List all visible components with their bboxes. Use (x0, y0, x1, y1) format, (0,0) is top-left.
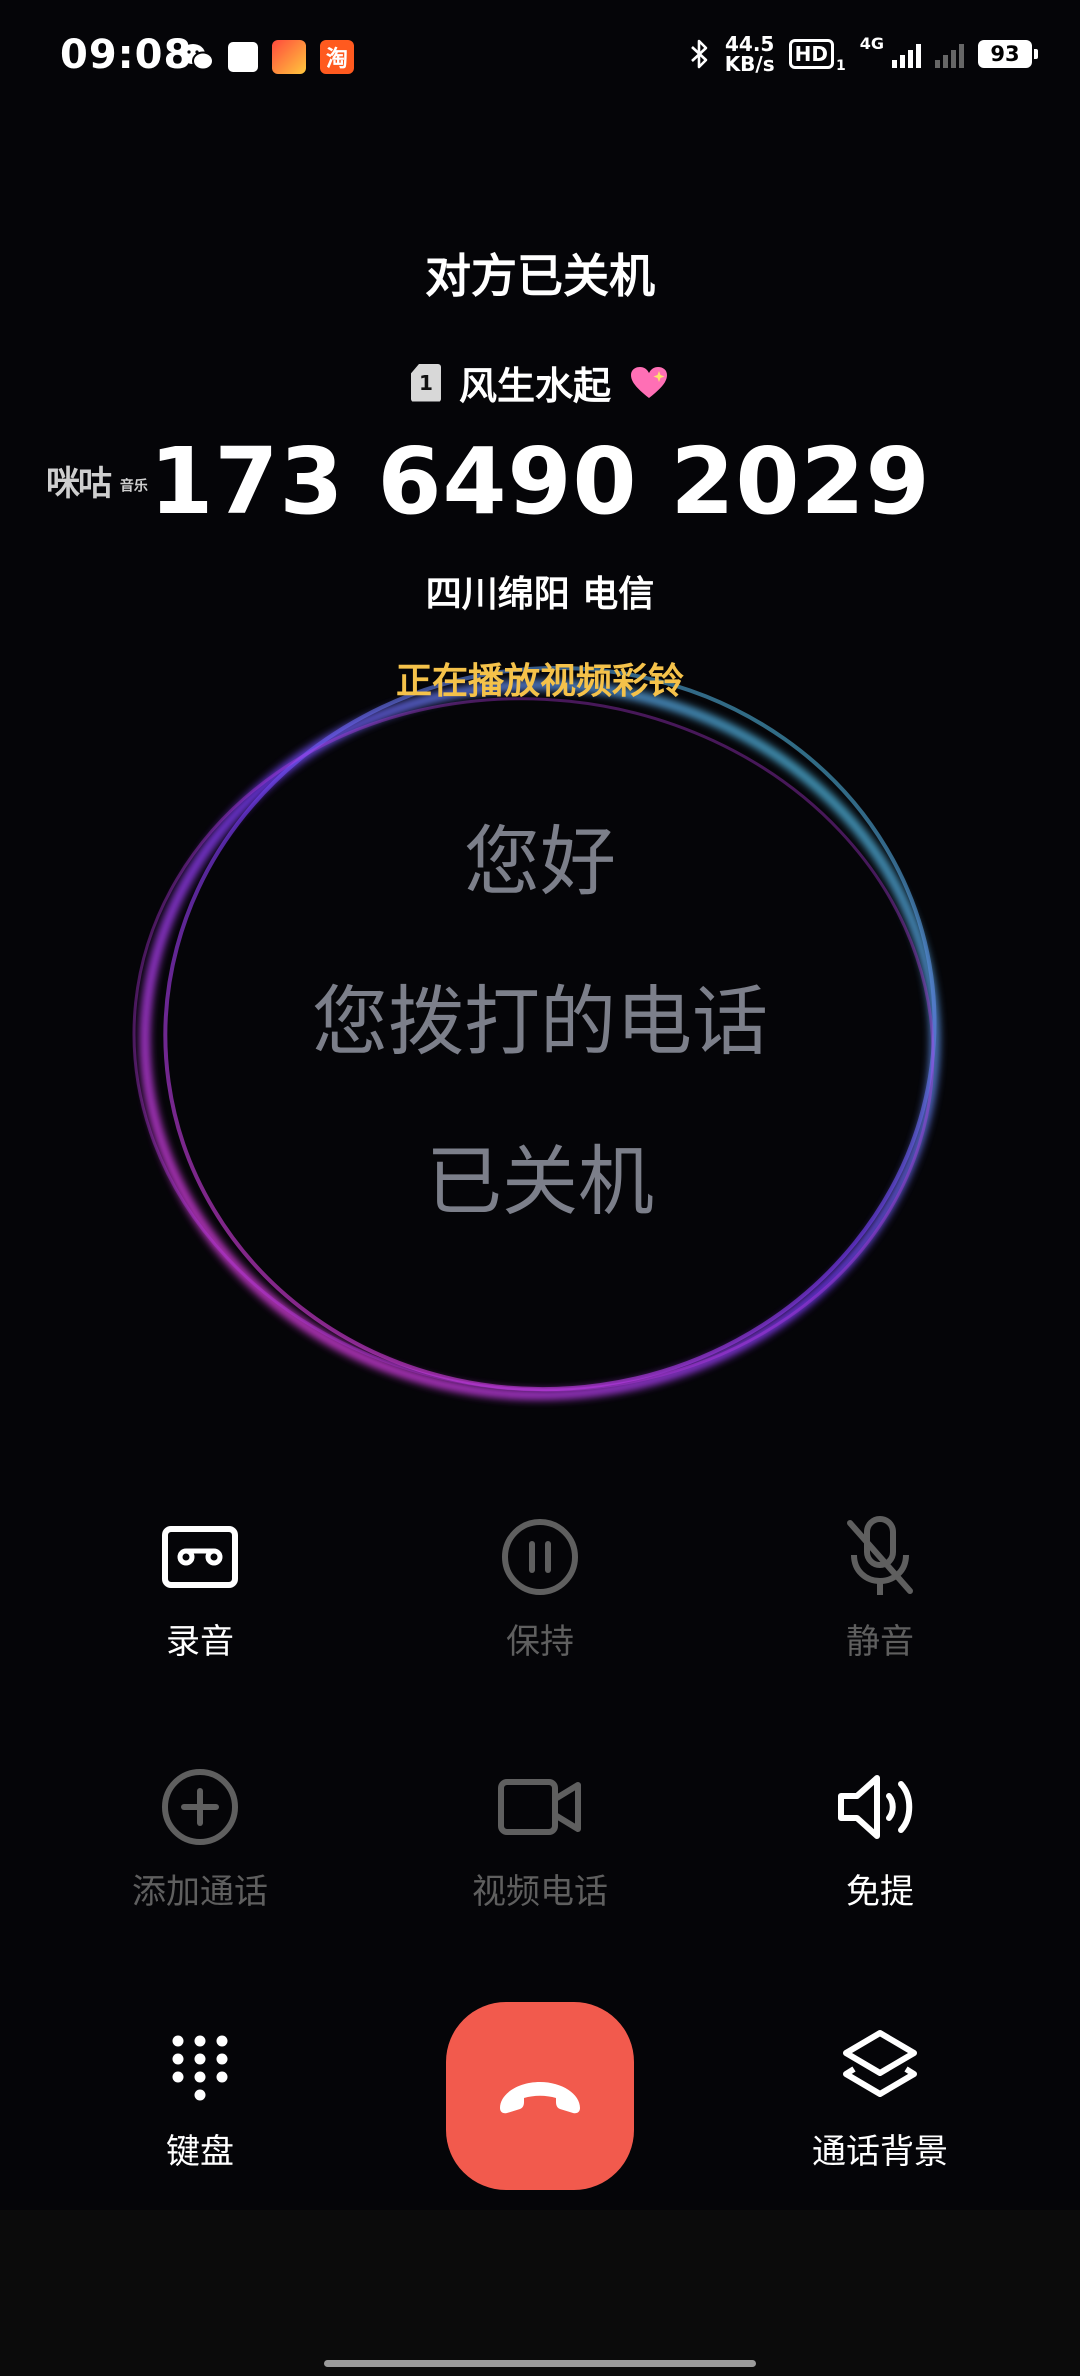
ringback-notice: 正在播放视频彩铃 (395, 661, 684, 702)
hold-button[interactable]: 保持 (390, 1512, 690, 1663)
system-icons: 44.5 KB/s HD 1 4G 93 (687, 32, 1038, 76)
video-call-label: 视频电话 (472, 1872, 608, 1912)
add-circle-icon (155, 1762, 245, 1852)
speaker-button[interactable]: 免提 (730, 1762, 1030, 1913)
app-notification-icon (228, 42, 258, 72)
ringback-line-1: 您好 (464, 817, 616, 906)
signal-sim1-icon (892, 40, 921, 68)
hd-voice-badge: HD (788, 39, 834, 69)
end-call-button[interactable] (446, 2002, 634, 2190)
phone-number: 173 6490 2029 (149, 428, 931, 535)
clock: 09:08 (60, 32, 193, 78)
call-background-button[interactable]: 通话背景 (730, 2022, 1030, 2173)
call-status: 对方已关机 (425, 249, 655, 303)
microphone-off-icon (835, 1512, 925, 1602)
ringback-line-2: 您拨打的电话 (312, 977, 768, 1066)
hang-up-icon (500, 2082, 580, 2114)
video-call-button[interactable]: 视频电话 (390, 1762, 690, 1913)
add-call-button[interactable]: 添加通话 (50, 1762, 350, 1913)
dialpad-icon (155, 2022, 245, 2112)
pinduoduo-icon (272, 40, 306, 74)
call-screen: 09:08 淘 44.5 KB/s HD 1 4G 93 您好 您拨打的电话 已… (0, 0, 1080, 2376)
network-speed: 44.5 KB/s (724, 32, 775, 76)
bluetooth-icon (690, 39, 707, 69)
add-call-label: 添加通话 (132, 1872, 268, 1912)
taobao-icon: 淘 (320, 40, 354, 74)
hd-sim-index: 1 (835, 58, 846, 74)
layers-icon (835, 2022, 925, 2112)
bottom-area (0, 2210, 1080, 2376)
sim-card-icon: 1 (410, 363, 441, 402)
call-background-label: 通话背景 (812, 2132, 948, 2172)
network-type: 4G (859, 34, 884, 53)
keypad-label: 键盘 (166, 2132, 234, 2172)
status-bar: 09:08 淘 44.5 KB/s HD 1 4G 93 (0, 0, 1080, 110)
record-label: 录音 (166, 1622, 234, 1662)
notification-icons: 淘 (180, 40, 354, 74)
home-indicator[interactable] (324, 2360, 756, 2367)
contact-row: 1 风生水起 (0, 355, 1080, 410)
pause-icon (495, 1512, 585, 1602)
ringback-line-3: 已关机 (426, 1137, 654, 1226)
mute-label: 静音 (846, 1622, 914, 1662)
sparkling-heart-icon (631, 366, 667, 398)
speaker-icon (835, 1762, 925, 1852)
video-camera-icon (495, 1762, 585, 1852)
record-icon (155, 1512, 245, 1602)
keypad-button[interactable]: 键盘 (50, 2022, 350, 2173)
number-location: 四川绵阳 电信 (425, 574, 655, 615)
record-button[interactable]: 录音 (50, 1512, 350, 1663)
hold-label: 保持 (506, 1622, 574, 1662)
signal-sim2-icon (935, 40, 964, 68)
battery-indicator: 93 (978, 40, 1038, 68)
speaker-label: 免提 (846, 1872, 914, 1912)
wechat-icon (181, 44, 214, 71)
mute-button[interactable]: 静音 (730, 1512, 1030, 1663)
contact-name: 风生水起 (458, 364, 611, 408)
